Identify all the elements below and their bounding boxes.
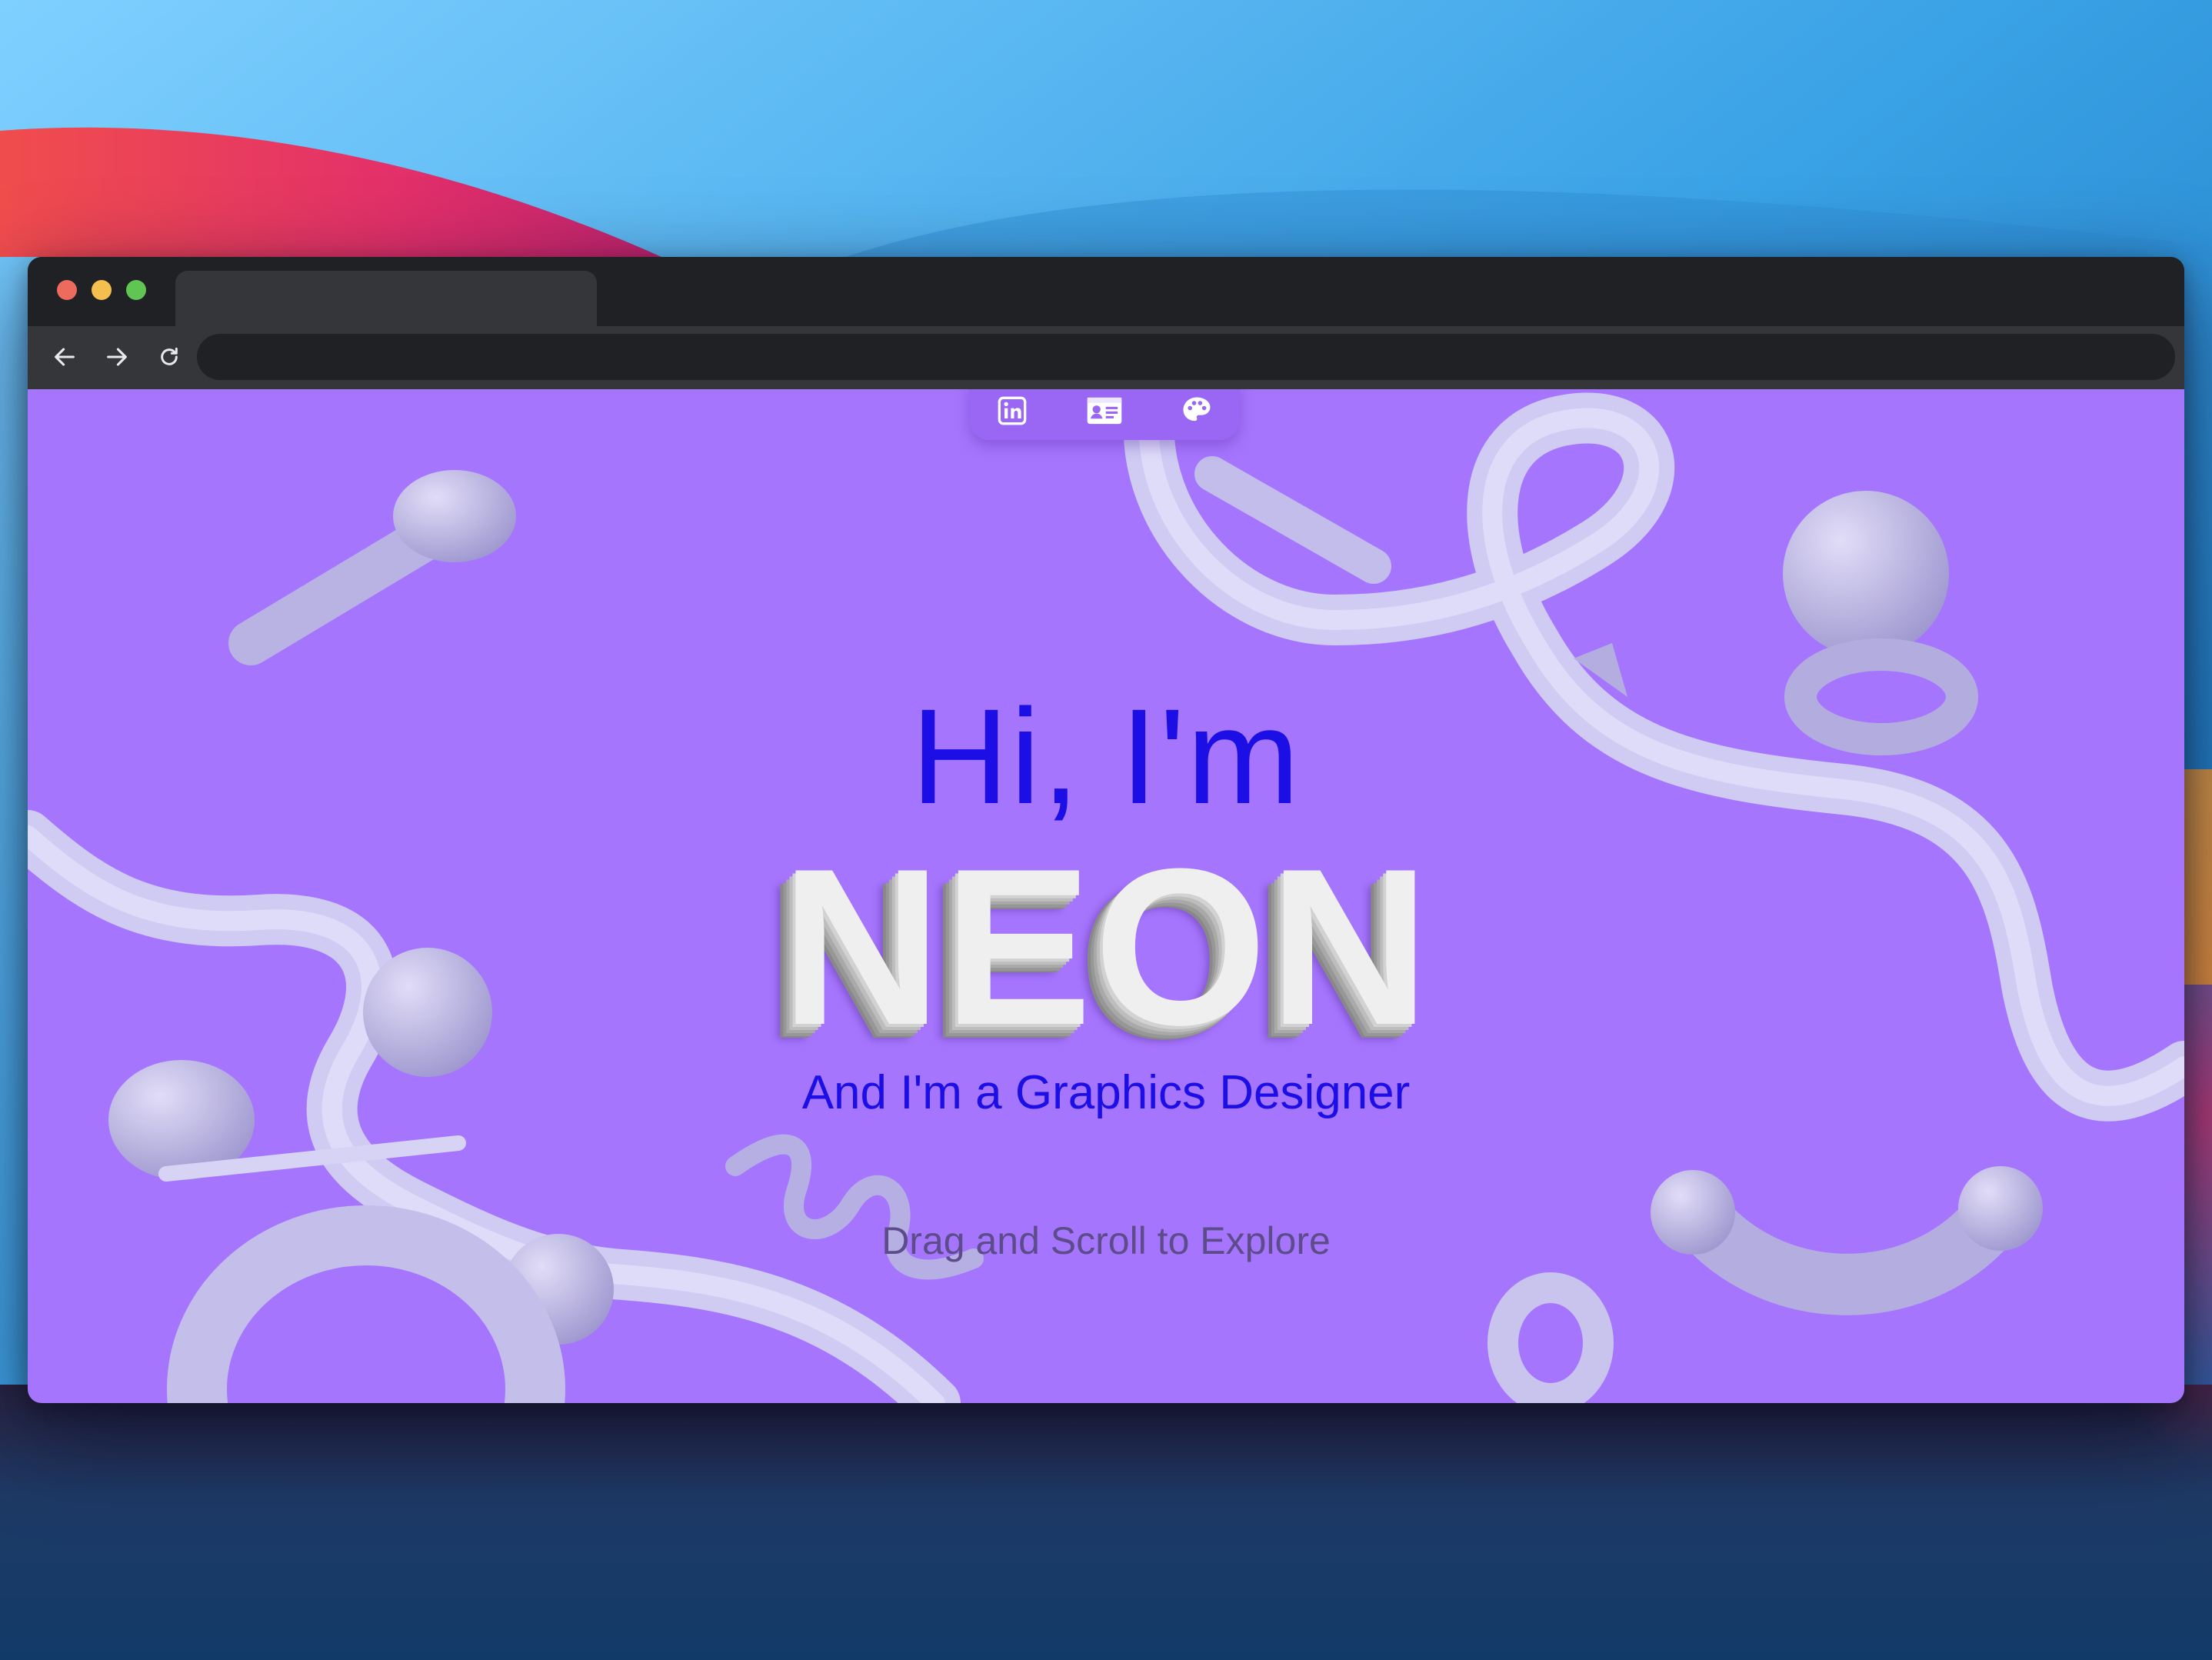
- forward-button[interactable]: [97, 337, 137, 377]
- arrow-left-icon: [55, 348, 75, 366]
- back-button[interactable]: [45, 337, 85, 377]
- reload-button[interactable]: [149, 337, 189, 377]
- minimize-dot[interactable]: [92, 280, 112, 300]
- hero-greeting: Hi, I'm: [911, 682, 1301, 832]
- hero-name: NEON: [781, 822, 1431, 1072]
- browser-window: Hi, I'm NEON And I'm a Graphics Designer…: [28, 257, 2184, 1403]
- address-bar[interactable]: [197, 334, 2175, 380]
- browser-tab[interactable]: [175, 271, 597, 326]
- title-bar: [28, 257, 2184, 326]
- linkedin-link[interactable]: [988, 389, 1037, 434]
- palette-icon: [1183, 397, 1211, 422]
- palette-link[interactable]: [1172, 389, 1221, 434]
- scroll-hint: Drag and Scroll to Explore: [881, 1219, 1331, 1262]
- linkedin-icon: [998, 396, 1027, 425]
- contact-card-icon: [1087, 397, 1122, 425]
- browser-toolbar: [28, 326, 2184, 389]
- page-viewport[interactable]: Hi, I'm NEON And I'm a Graphics Designer…: [28, 389, 2184, 1403]
- reload-icon: [161, 347, 178, 365]
- social-links-bar: [969, 389, 1240, 440]
- zoom-dot[interactable]: [126, 280, 146, 300]
- arrow-right-icon: [107, 348, 127, 366]
- close-dot[interactable]: [57, 280, 77, 300]
- hero-subtitle: And I'm a Graphics Designer: [801, 1066, 1411, 1119]
- contact-card-link[interactable]: [1080, 389, 1129, 434]
